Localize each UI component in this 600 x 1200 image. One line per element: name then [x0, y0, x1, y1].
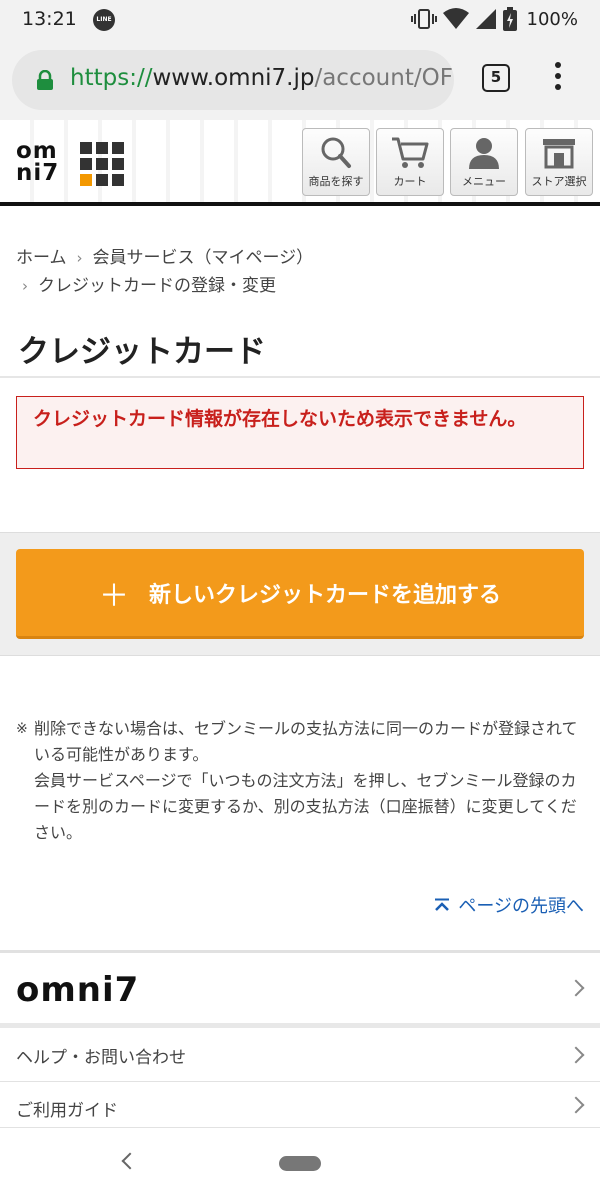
store-select-label: ストア選択 — [531, 175, 587, 188]
url-bar[interactable]: https://www.omni7.jp/account/OF — [12, 50, 454, 110]
search-products-button[interactable]: 商品を探す — [302, 128, 370, 196]
status-bar: 13:21 LINE 100% — [0, 0, 600, 40]
note-body: 削除できない場合は、セブンミールの支払方法に同一のカードが登録されている可能性が… — [34, 719, 578, 842]
footer-link-help-label: ヘルプ・お問い合わせ — [16, 1048, 186, 1068]
store-icon — [543, 139, 575, 169]
breadcrumb-member-service[interactable]: 会員サービス（マイページ） — [93, 248, 314, 268]
footer-link-guide[interactable]: ご利用ガイド — [0, 1082, 600, 1128]
chevron-up-icon — [435, 898, 450, 911]
footer-link-help[interactable]: ヘルプ・お問い合わせ — [0, 1028, 600, 1082]
add-credit-card-label: 新しいクレジットカードを追加する — [148, 582, 501, 608]
notice-text: ※ 削除できない場合は、セブンミールの支払方法に同一のカードが登録されている可能… — [16, 716, 586, 846]
tab-switcher-button[interactable]: 5 — [482, 64, 510, 92]
menu-button[interactable]: メニュー — [450, 128, 518, 196]
breadcrumb-chevron-icon: › — [76, 249, 83, 267]
breadcrumb-chevron-icon: › — [22, 277, 28, 295]
logo-text: om ni7 — [16, 138, 60, 186]
cell-signal-icon — [475, 9, 496, 29]
status-icons: 100% — [410, 6, 578, 32]
browser-toolbar: https://www.omni7.jp/account/OF 5 — [0, 40, 600, 120]
note-mark: ※ — [16, 721, 28, 737]
chevron-right-icon — [567, 1046, 585, 1063]
page-top-link[interactable]: ページの先頭へ — [434, 892, 584, 918]
footer-brand-row[interactable]: omni7 — [0, 953, 600, 1023]
url-text: https://www.omni7.jp/account/OF — [70, 65, 453, 91]
title-divider — [0, 376, 600, 378]
wifi-icon — [442, 8, 469, 29]
logo-squares — [80, 142, 124, 186]
site-header: om ni7 商品を探す カート メニュー ストア選択 — [0, 120, 600, 206]
menu-label: メニュー — [462, 175, 506, 188]
status-time: 13:21 — [22, 8, 77, 30]
cart-icon — [392, 137, 429, 168]
battery-charging-icon — [502, 7, 517, 31]
url-host: www.omni7.jp — [152, 65, 315, 91]
cart-button[interactable]: カート — [376, 128, 444, 196]
add-card-section: ＋ 新しいクレジットカードを追加する — [0, 532, 600, 656]
page-top-label: ページの先頭へ — [458, 896, 584, 917]
footer-logo: omni7 — [16, 970, 140, 1010]
back-icon[interactable] — [121, 1152, 139, 1170]
breadcrumb-home[interactable]: ホーム — [16, 248, 67, 268]
add-credit-card-button[interactable]: ＋ 新しいクレジットカードを追加する — [16, 549, 584, 639]
search-icon — [321, 137, 351, 168]
omni7-logo[interactable]: om ni7 — [16, 140, 136, 190]
logo-line-1: om — [16, 138, 58, 164]
home-pill-icon[interactable] — [279, 1156, 321, 1171]
cart-label: カート — [393, 175, 427, 188]
lock-icon — [37, 70, 53, 90]
page-title: クレジットカード — [18, 334, 266, 370]
chevron-right-icon — [567, 979, 585, 997]
plus-icon: ＋ — [98, 578, 129, 614]
chevron-right-icon — [567, 1096, 585, 1113]
error-alert: クレジットカード情報が存在しないため表示できません。 — [16, 396, 584, 469]
user-icon — [469, 138, 499, 169]
breadcrumb-current: クレジットカードの登録・変更 — [38, 276, 276, 296]
store-select-button[interactable]: ストア選択 — [525, 128, 593, 196]
url-scheme: https:// — [70, 65, 153, 91]
battery-percent: 100% — [526, 8, 578, 30]
search-products-label: 商品を探す — [308, 175, 364, 188]
url-path: /account/OF — [314, 65, 453, 91]
vibrate-icon — [410, 9, 437, 29]
footer-link-guide-label: ご利用ガイド — [16, 1101, 118, 1121]
line-app-icon: LINE — [93, 9, 115, 31]
breadcrumb: ホーム › 会員サービス（マイページ） › クレジットカードの登録・変更 — [16, 244, 576, 300]
logo-line-2: ni7 — [16, 160, 60, 186]
browser-menu-icon[interactable] — [548, 62, 568, 96]
system-nav-bar — [0, 1128, 600, 1200]
